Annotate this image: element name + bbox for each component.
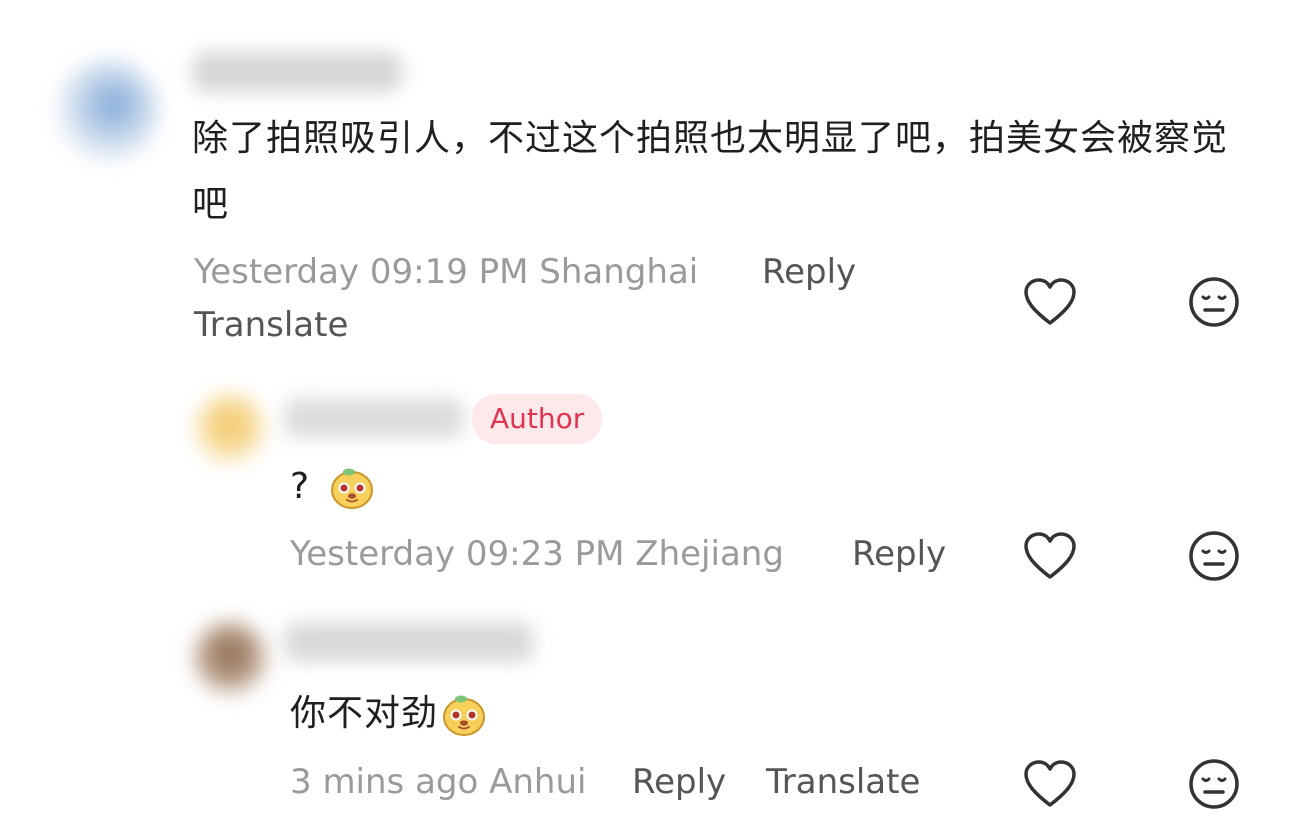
comment-meta: Yesterday 09:23 PM Zhejiang: [290, 534, 784, 574]
avatar[interactable]: [196, 394, 264, 462]
like-button[interactable]: [1022, 528, 1078, 584]
heart-outline-icon: [1024, 760, 1076, 807]
username[interactable]: [192, 52, 402, 92]
translate-button[interactable]: Translate: [194, 305, 348, 345]
username[interactable]: [284, 622, 534, 662]
like-button[interactable]: [1022, 274, 1078, 330]
reply-button[interactable]: Reply: [762, 252, 856, 292]
sticker-emoji: [443, 695, 486, 736]
dislike-button[interactable]: [1186, 274, 1242, 330]
neutral-face-icon: [1189, 531, 1239, 581]
avatar[interactable]: [58, 60, 158, 160]
neutral-face-icon: [1189, 759, 1239, 809]
comment-text: 你不对劲: [290, 693, 439, 734]
dislike-button[interactable]: [1186, 528, 1242, 584]
neutral-face-icon: [1189, 277, 1239, 327]
comment-meta: Yesterday 09:19 PM Shanghai: [194, 252, 699, 292]
sticker-emoji: [331, 468, 374, 509]
comment-text: 除了拍照吸引人，不过这个拍照也太明显了吧，拍美女会被察觉吧: [192, 118, 1229, 225]
comment-meta: 3 mins ago Anhui: [290, 762, 587, 802]
reply-button[interactable]: Reply: [632, 762, 726, 802]
dislike-button[interactable]: [1186, 756, 1242, 812]
username[interactable]: [284, 398, 464, 438]
like-button[interactable]: [1022, 756, 1078, 812]
comment-text-row: 你不对劲: [290, 688, 488, 740]
heart-outline-icon: [1024, 532, 1076, 579]
comment-text-row: ?: [290, 462, 376, 512]
author-badge: Author: [472, 394, 603, 444]
reply-button[interactable]: Reply: [852, 534, 946, 574]
translate-button[interactable]: Translate: [766, 762, 920, 802]
heart-outline-icon: [1024, 278, 1076, 325]
comment-text: ?: [290, 466, 311, 507]
avatar[interactable]: [194, 622, 266, 694]
